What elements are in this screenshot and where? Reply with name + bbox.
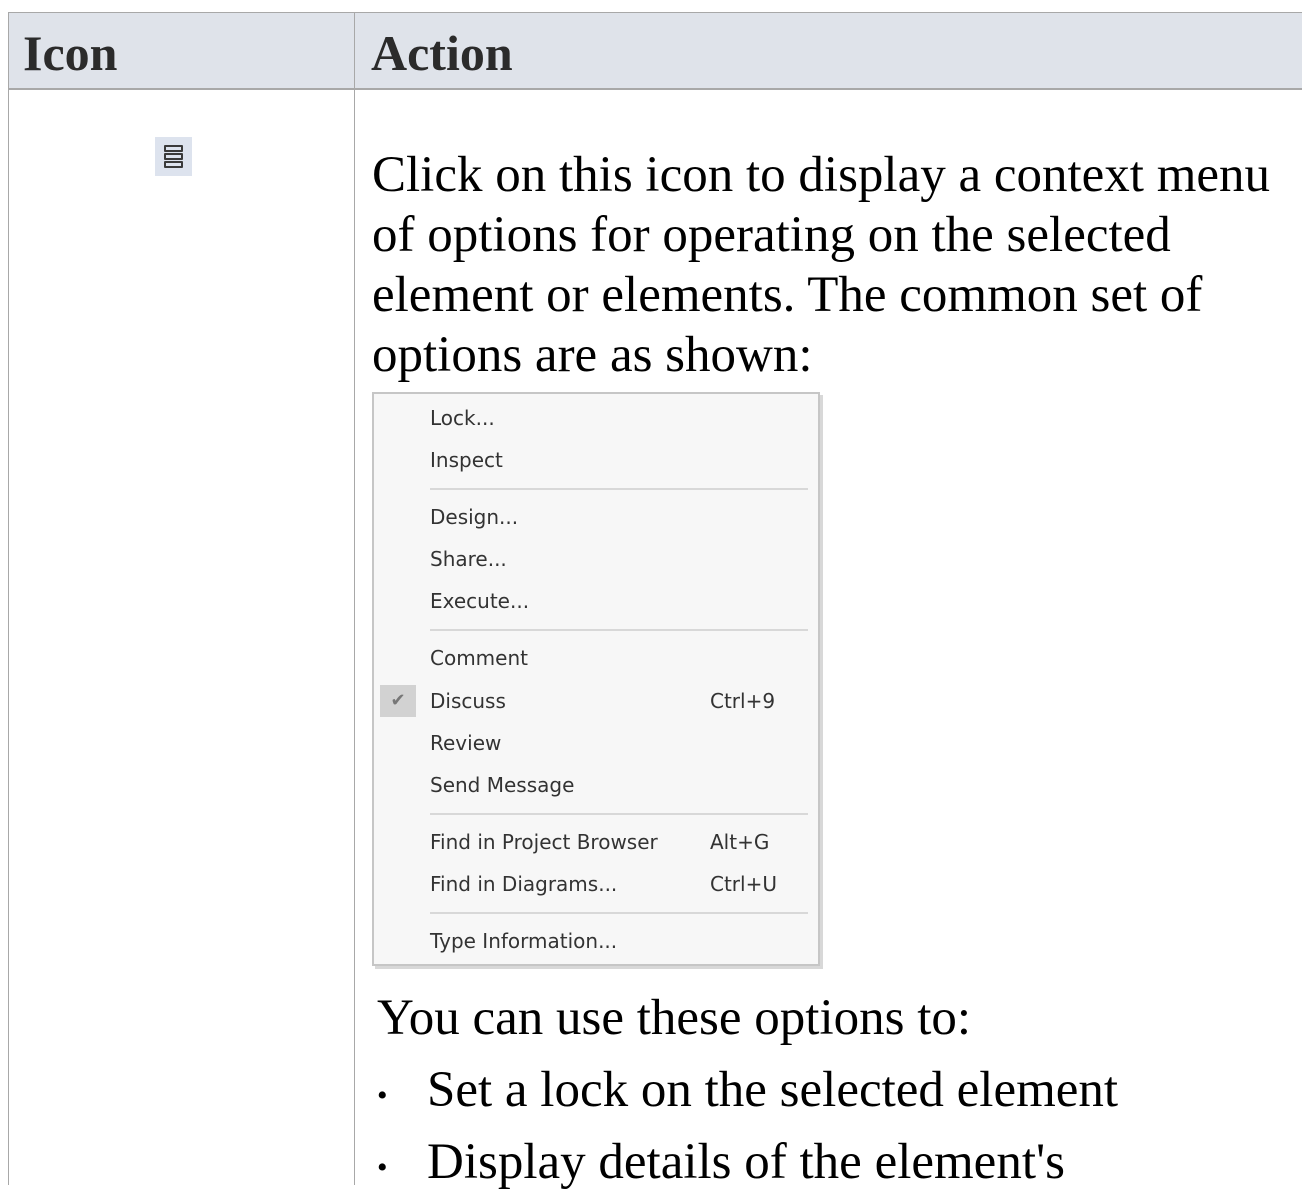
action-description: Click on this icon to display a context … xyxy=(372,147,1271,383)
table-header-row: Icon Action xyxy=(8,12,1302,90)
menu-item-inspect[interactable]: Inspect xyxy=(430,447,503,473)
menu-item-find-in-project-browser[interactable]: Find in Project Browser xyxy=(430,829,658,855)
menu-item-execute[interactable]: Execute... xyxy=(430,588,529,614)
menu-separator xyxy=(430,813,808,815)
menu-shortcut-find-in-project-browser: Alt+G xyxy=(710,830,770,854)
menu-icon-bar xyxy=(164,153,183,160)
menu-item-type-information[interactable]: Type Information... xyxy=(430,928,617,954)
context-menu: Lock... Inspect Design... Share... Execu… xyxy=(372,392,820,966)
bullet-text: Set a lock on the selected element xyxy=(427,1062,1119,1118)
menu-item-review[interactable]: Review xyxy=(430,730,501,756)
menu-shortcut-find-in-diagrams: Ctrl+U xyxy=(710,872,777,896)
menu-item-share[interactable]: Share... xyxy=(430,546,507,572)
bullet-icon: • xyxy=(377,1079,388,1112)
menu-separator xyxy=(430,629,808,631)
options-intro-text: You can use these options to: xyxy=(377,990,972,1046)
bullet-text: Display details of the element's xyxy=(427,1134,1066,1190)
menu-item-send-message[interactable]: Send Message xyxy=(430,772,574,798)
check-icon: ✔ xyxy=(380,685,416,717)
menu-item-design[interactable]: Design... xyxy=(430,504,518,530)
menu-item-find-in-diagrams[interactable]: Find in Diagrams... xyxy=(430,871,617,897)
header-action-column: Action xyxy=(371,25,513,81)
column-divider xyxy=(354,12,355,1185)
table-left-border xyxy=(8,12,9,1185)
menu-item-comment[interactable]: Comment xyxy=(430,645,528,671)
menu-item-discuss[interactable]: Discuss xyxy=(430,688,506,714)
menu-item-lock[interactable]: Lock... xyxy=(430,405,495,431)
menu-icon-bar xyxy=(164,145,183,152)
menu-icon-bar xyxy=(164,161,183,168)
menu-icon[interactable] xyxy=(155,137,192,176)
bullet-icon: • xyxy=(377,1151,388,1184)
menu-separator xyxy=(430,912,808,914)
header-icon-column: Icon xyxy=(23,25,118,81)
menu-shortcut-discuss: Ctrl+9 xyxy=(710,689,776,713)
menu-separator xyxy=(430,488,808,490)
